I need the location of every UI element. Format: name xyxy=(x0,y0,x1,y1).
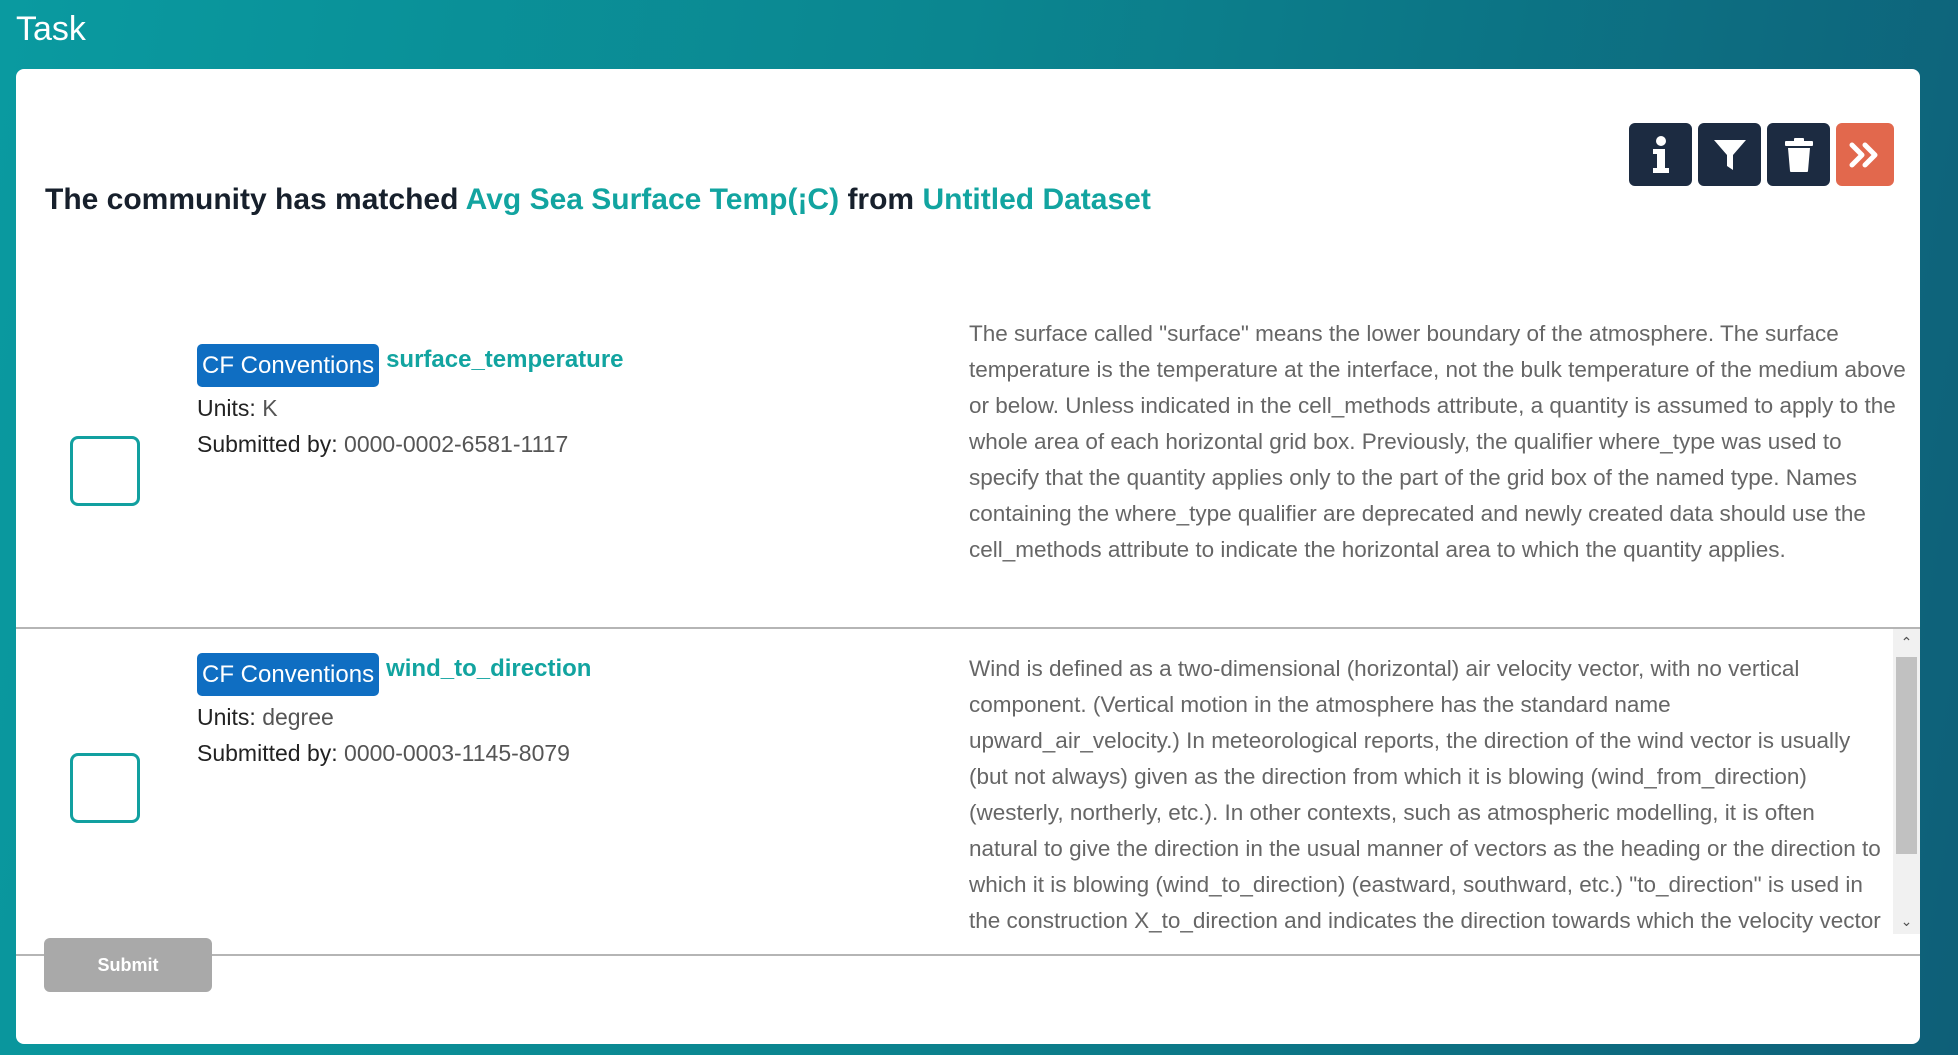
heading-connector: from xyxy=(847,183,915,216)
scroll-down-icon[interactable]: ⌄ xyxy=(1893,908,1920,934)
scroll-up-icon[interactable]: ⌃ xyxy=(1893,629,1920,655)
vocabulary-badge: CF Conventions xyxy=(197,344,380,387)
submit-button[interactable]: Submit xyxy=(44,938,212,992)
match-row: CF Conventions surface_temperature Units… xyxy=(16,235,1920,629)
match-row: CF Conventions wind_to_direction Units: … xyxy=(16,629,1920,956)
toolbar xyxy=(1629,123,1894,186)
units-value: K xyxy=(262,395,278,421)
units-line: Units: degree xyxy=(197,699,591,735)
submitted-line: Submitted by: 0000-0002-6581-1117 xyxy=(197,426,624,462)
description-scrollbar[interactable]: ⌃ ⌄ xyxy=(1893,629,1920,934)
submitted-by-value: 0000-0002-6581-1117 xyxy=(344,431,569,457)
info-icon xyxy=(1652,135,1669,173)
match-checkbox[interactable] xyxy=(70,436,140,506)
units-value: degree xyxy=(262,704,334,730)
match-checkbox[interactable] xyxy=(70,753,140,823)
delete-button[interactable] xyxy=(1767,123,1830,186)
term-link[interactable]: surface_temperature xyxy=(386,344,623,374)
match-meta: CF Conventions surface_temperature Units… xyxy=(197,344,624,462)
units-line: Units: K xyxy=(197,390,624,426)
window-title: Task xyxy=(16,10,86,48)
term-description: The surface called "surface" means the l… xyxy=(969,321,1906,562)
source-variable-name: Avg Sea Surface Temp(¡C) xyxy=(465,183,840,216)
submitted-label: Submitted by: xyxy=(197,740,338,766)
page-heading: The community has matched Avg Sea Surfac… xyxy=(45,183,1151,217)
filter-icon xyxy=(1713,139,1746,170)
dataset-name: Untitled Dataset xyxy=(922,183,1151,216)
match-meta: CF Conventions wind_to_direction Units: … xyxy=(197,653,591,771)
next-button[interactable] xyxy=(1836,123,1894,186)
info-button[interactable] xyxy=(1629,123,1692,186)
submitted-line: Submitted by: 0000-0003-1145-8079 xyxy=(197,735,591,771)
term-description: Wind is defined as a two-dimensional (ho… xyxy=(969,656,1881,933)
filter-button[interactable] xyxy=(1698,123,1761,186)
units-label: Units: xyxy=(197,395,256,421)
double-chevron-right-icon xyxy=(1849,142,1878,167)
submitted-label: Submitted by: xyxy=(197,431,338,457)
trash-icon xyxy=(1784,137,1813,172)
vocabulary-badge: CF Conventions xyxy=(197,653,380,696)
submitted-by-value: 0000-0003-1145-8079 xyxy=(344,740,570,766)
heading-prefix: The community has matched xyxy=(45,183,459,216)
task-card: The community has matched Avg Sea Surfac… xyxy=(16,69,1920,1044)
scrollbar-thumb[interactable] xyxy=(1896,657,1917,854)
units-label: Units: xyxy=(197,704,256,730)
term-link[interactable]: wind_to_direction xyxy=(386,653,591,683)
